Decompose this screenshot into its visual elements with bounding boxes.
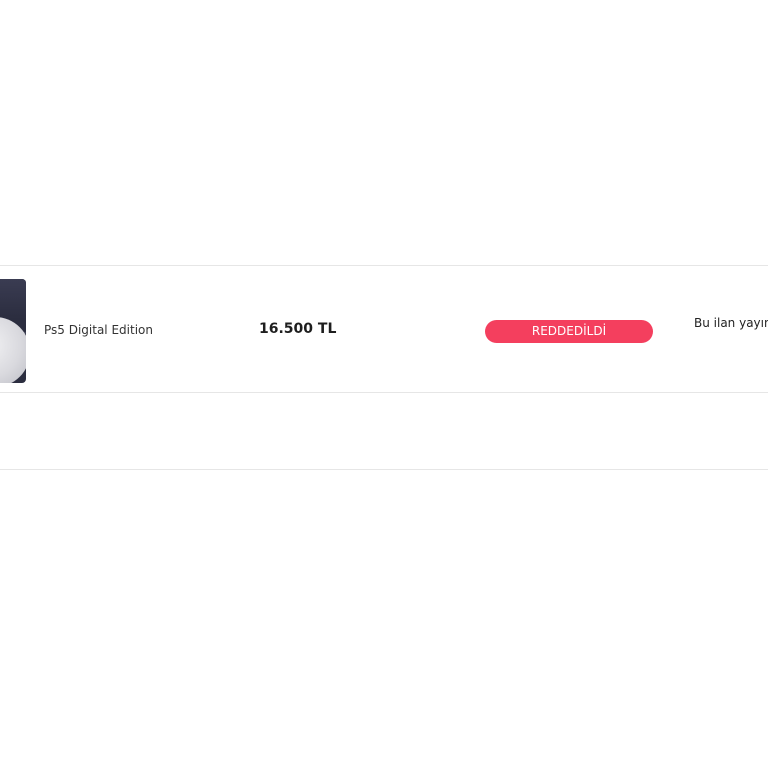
status-badge: REDDEDİLDİ [485,320,653,343]
thumbnail-shade [0,279,26,319]
listing-price: 16.500 TL [259,321,337,337]
listing-thumbnail[interactable] [0,279,26,383]
listing-title[interactable]: Ps5 Digital Edition [44,323,153,337]
listing-note: Bu ilan yayınla [694,316,768,330]
listing-row[interactable]: Ps5 Digital Edition 16.500 TL REDDEDİLDİ… [0,265,768,393]
listings-page: Ps5 Digital Edition 16.500 TL REDDEDİLDİ… [0,0,768,768]
section-divider [0,469,768,470]
console-image [0,317,26,383]
